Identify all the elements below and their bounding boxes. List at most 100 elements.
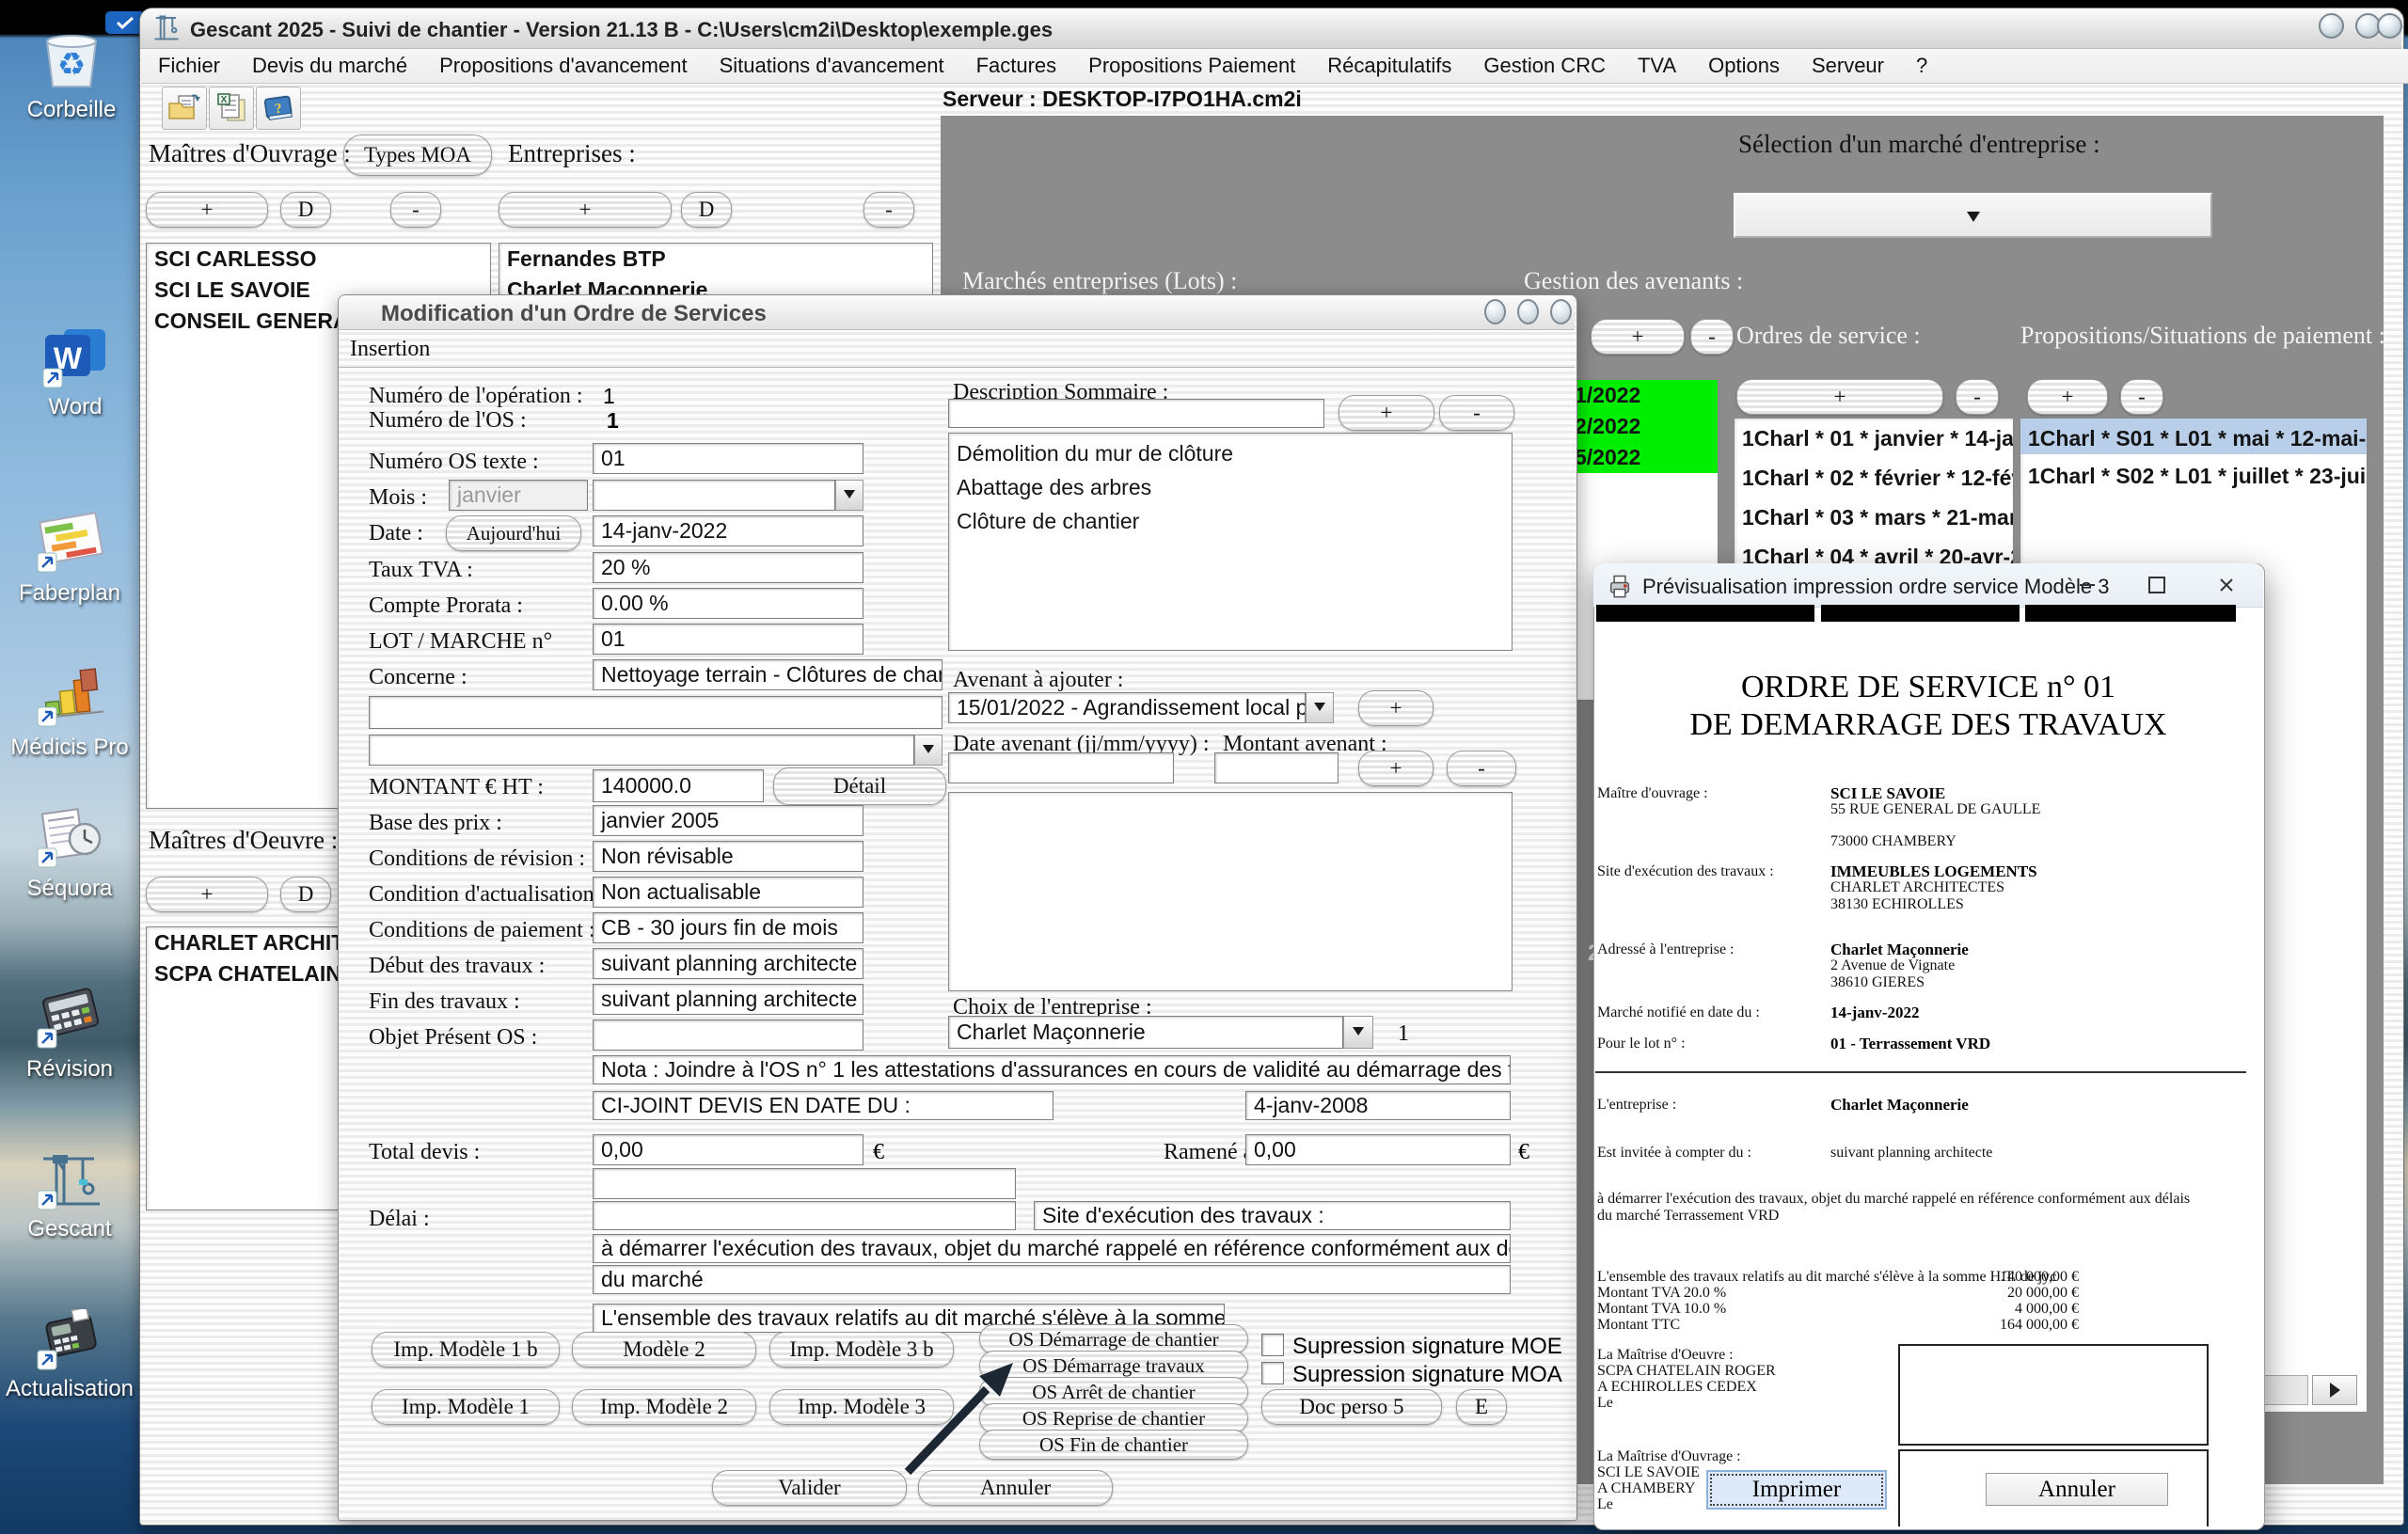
prorata-field[interactable]: 0.00 % xyxy=(593,588,863,619)
moa-add-button[interactable]: + xyxy=(146,192,268,228)
concerne-field-2[interactable] xyxy=(369,696,943,729)
menu-tva[interactable]: TVA xyxy=(1638,54,1676,78)
aujourdhui-button[interactable]: Aujourd'hui xyxy=(446,515,581,551)
devis-date-field[interactable]: 4-janv-2008 xyxy=(1245,1091,1511,1120)
export-excel-button[interactable]: X xyxy=(209,87,254,130)
open-file-button[interactable] xyxy=(162,87,207,130)
dialog-minimize-button[interactable] xyxy=(1484,299,1506,324)
list-item[interactable]: 5/2022 xyxy=(1567,442,1718,473)
list-item[interactable]: 2/2022 xyxy=(1567,411,1718,442)
moa-remove-button[interactable]: - xyxy=(390,192,441,228)
objet-present-os-field[interactable] xyxy=(593,1020,863,1051)
choix-entreprise-combo-button[interactable] xyxy=(1343,1016,1373,1049)
list-item[interactable]: Démolition du mur de clôture xyxy=(949,434,1512,469)
desktop-icon-faberplan[interactable]: Faberplan xyxy=(36,510,103,607)
mois-combo-button[interactable] xyxy=(835,480,863,511)
taux-tva-field[interactable]: 20 % xyxy=(593,552,863,583)
menu-help[interactable]: ? xyxy=(1916,54,1927,78)
detail-button[interactable]: Détail xyxy=(773,767,946,805)
menu-options[interactable]: Options xyxy=(1708,54,1780,78)
mois-combobox[interactable] xyxy=(593,480,835,511)
entreprise-add-button[interactable]: + xyxy=(499,192,672,228)
list-item[interactable]: 1Charl * 03 * mars * 21-mar-202 xyxy=(1735,494,2013,533)
minimize-button[interactable] xyxy=(2319,13,2344,39)
menu-sit-avancement[interactable]: Situations d'avancement xyxy=(720,54,944,78)
desktop-icon-medicis-pro[interactable]: Médicis Pro xyxy=(36,664,103,761)
preview-close-button[interactable] xyxy=(2212,571,2241,599)
conditions-paiement-field[interactable]: CB - 30 jours fin de mois xyxy=(593,912,863,943)
menu-devis[interactable]: Devis du marché xyxy=(252,54,407,78)
desktop-icon-corbeille[interactable]: ♻ Corbeille xyxy=(38,28,105,123)
menu-recapitulatifs[interactable]: Récapitulatifs xyxy=(1327,54,1451,78)
avenant-combo-button[interactable] xyxy=(1306,692,1334,723)
num-os-texte-field[interactable]: 01 xyxy=(593,443,863,474)
debut-travaux-field[interactable]: suivant planning architecte xyxy=(593,948,863,979)
menu-factures[interactable]: Factures xyxy=(976,54,1057,78)
menu-gestion-crc[interactable]: Gestion CRC xyxy=(1483,54,1606,78)
moe-duplicate-button[interactable]: D xyxy=(280,877,331,912)
list-item[interactable]: 1/2022 xyxy=(1567,380,1718,411)
dialog-maximize-button[interactable] xyxy=(1517,299,1539,324)
montant-avenant-field[interactable] xyxy=(1214,752,1339,783)
list-item[interactable]: Abattage des arbres xyxy=(949,469,1512,503)
avenant-remove-button[interactable]: - xyxy=(1690,319,1734,355)
date-avenant-field[interactable] xyxy=(948,752,1174,783)
description-remove-button[interactable]: - xyxy=(1439,395,1514,431)
props-scroll-right-button[interactable] xyxy=(2312,1375,2357,1405)
avenant-plus-button[interactable]: + xyxy=(1358,690,1434,726)
delai-field[interactable] xyxy=(593,1201,1016,1230)
fin-travaux-field[interactable]: suivant planning architecte xyxy=(593,984,863,1015)
lot-marche-field[interactable]: 01 xyxy=(593,624,863,655)
description-add-button[interactable]: + xyxy=(1339,395,1434,431)
os-add-button[interactable]: + xyxy=(1736,379,1943,415)
imp-modele-2-button[interactable]: Imp. Modèle 2 xyxy=(572,1389,756,1425)
base-prix-field[interactable]: janvier 2005 xyxy=(593,805,863,836)
demarrer-field-2[interactable]: du marché xyxy=(593,1265,1511,1294)
menu-fichier[interactable]: Fichier xyxy=(158,54,220,78)
imp-modele-1b-button[interactable]: Imp. Modèle 1 b xyxy=(372,1332,560,1368)
modele-2-button[interactable]: Modèle 2 xyxy=(572,1332,756,1368)
menu-prop-paiement[interactable]: Propositions Paiement xyxy=(1088,54,1295,78)
nota-field[interactable]: Nota : Joindre à l'OS n° 1 les attestati… xyxy=(593,1055,1511,1084)
desktop-icon-word[interactable]: W Word xyxy=(41,327,109,420)
concerne-combo-button[interactable] xyxy=(914,735,943,766)
imp-modele-1-button[interactable]: Imp. Modèle 1 xyxy=(372,1389,560,1425)
list-item[interactable]: SCI CARLESSO xyxy=(147,244,490,275)
desktop-icon-sequora[interactable]: Séquora xyxy=(36,805,103,902)
list-item[interactable]: 1Charl * 01 * janvier * 14-janv-2 xyxy=(1735,419,2013,454)
prop-remove-button[interactable]: - xyxy=(2120,379,2163,415)
moe-add-button[interactable]: + xyxy=(146,877,268,912)
help-button[interactable]: ? xyxy=(256,87,301,130)
date-field[interactable]: 14-janv-2022 xyxy=(593,515,863,546)
montant-field[interactable]: 140000.0 xyxy=(593,769,764,802)
list-item[interactable]: 1Charl * S02 * L01 * juillet * 23-juille… xyxy=(2020,454,2367,492)
suppression-moa-checkbox[interactable] xyxy=(1261,1362,1284,1384)
preview-annuler-button[interactable]: Annuler xyxy=(1986,1473,2168,1506)
description-input[interactable] xyxy=(948,399,1324,428)
types-moa-button[interactable]: Types MOA xyxy=(343,134,492,176)
e-button[interactable]: E xyxy=(1456,1389,1507,1425)
choix-entreprise-combobox[interactable]: Charlet Maçonnerie xyxy=(948,1016,1343,1049)
dialog-close-button[interactable] xyxy=(1550,299,1572,324)
total-devis-field[interactable]: 0,00 xyxy=(593,1134,863,1165)
menu-serveur[interactable]: Serveur xyxy=(1812,54,1884,78)
close-button[interactable] xyxy=(2377,13,2402,39)
selection-marche-combobox[interactable] xyxy=(1734,193,2212,238)
doc-perso-5-button[interactable]: Doc perso 5 xyxy=(1261,1389,1442,1425)
os-remove-button[interactable]: - xyxy=(1956,379,1999,415)
list-item-selected[interactable]: 1Charl * S01 * L01 * mai * 12-mai-2022 xyxy=(2020,419,2367,454)
list-item[interactable]: 1Charl * 02 * février * 12-fév-20 xyxy=(1735,454,2013,494)
conditions-revision-field[interactable]: Non révisable xyxy=(593,841,863,872)
prop-add-button[interactable]: + xyxy=(2027,379,2108,415)
condition-actualisation-field[interactable]: Non actualisable xyxy=(593,877,863,908)
demarrer-field-1[interactable]: à démarrer l'exécution des travaux, obje… xyxy=(593,1234,1511,1263)
devis-label-field[interactable]: CI-JOINT DEVIS EN DATE DU : xyxy=(593,1091,1054,1120)
entreprise-remove-button[interactable]: - xyxy=(863,192,914,228)
ramene-field[interactable]: 0,00 xyxy=(1245,1134,1511,1165)
empty-field[interactable] xyxy=(593,1168,1016,1199)
avenants-detail-list[interactable] xyxy=(948,792,1513,991)
desktop-icon-gescant[interactable]: Gescant xyxy=(36,1149,103,1242)
imprimer-button[interactable]: Imprimer xyxy=(1706,1470,1887,1510)
avenant-combobox[interactable]: 15/01/2022 - Agrandissement local poubel… xyxy=(948,692,1306,723)
description-list[interactable]: Démolition du mur de clôture Abattage de… xyxy=(948,433,1513,651)
